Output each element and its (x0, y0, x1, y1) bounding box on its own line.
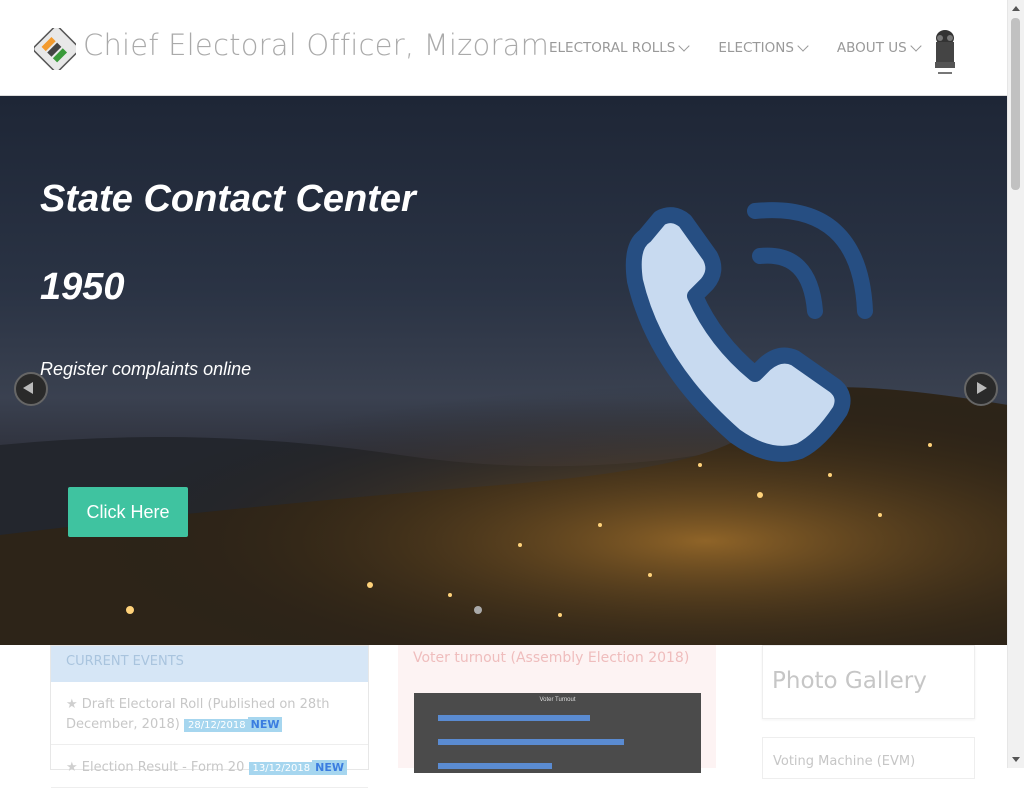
nav-elections[interactable]: ELECTIONS (718, 40, 809, 56)
voter-turnout-panel: Voter turnout (Assembly Election 2018) V… (398, 645, 716, 773)
scroll-down-icon[interactable] (1012, 757, 1020, 762)
voter-turnout-heading[interactable]: Voter turnout (Assembly Election 2018) (398, 645, 716, 671)
hero-subtitle: Register complaints online (40, 359, 252, 379)
new-badge: NEW (247, 717, 283, 732)
nav-about-us[interactable]: ABOUT US (836, 40, 922, 56)
vertical-scrollbar[interactable] (1007, 0, 1024, 768)
content-section: CURRENT EVENTS ★ Draft Electoral Roll (P… (0, 645, 1008, 788)
evm-heading: Voting Machine (EVM) (773, 754, 916, 769)
voter-turnout-chart[interactable]: Voter Turnout (414, 693, 701, 773)
national-emblem-icon (935, 30, 955, 74)
phone-icon (625, 202, 873, 462)
chart-bar (438, 715, 590, 721)
event-date: 28/12/2018 (183, 719, 250, 732)
event-date: 13/12/2018 (248, 762, 315, 775)
chevron-down-icon (797, 40, 809, 52)
hero-carousel: State Contact Center 1950 Register compl… (0, 96, 1008, 645)
chart-bar (438, 763, 552, 769)
photo-gallery-heading: Photo Gallery (772, 668, 927, 694)
evm-panel[interactable]: Voting Machine (EVM) (762, 737, 975, 779)
chart-title: Voter Turnout (539, 697, 576, 703)
click-here-button[interactable]: Click Here (68, 487, 188, 537)
list-item[interactable]: ★ Election Result - Form 20 13/12/2018 NE… (51, 745, 368, 788)
nav-label: ELECTIONS (718, 40, 794, 56)
scroll-thumb[interactable] (1011, 18, 1020, 190)
carousel-prev-button[interactable] (14, 372, 48, 406)
current-events-panel: CURRENT EVENTS ★ Draft Electoral Roll (P… (50, 645, 369, 788)
photo-gallery-panel[interactable]: Photo Gallery (762, 645, 975, 719)
arrow-right-icon (977, 382, 987, 394)
current-events-heading: CURRENT EVENTS (51, 646, 368, 682)
site-title[interactable]: Chief Electoral Officer, Mizoram (83, 28, 549, 62)
carousel-next-button[interactable] (964, 372, 998, 406)
arrow-left-icon (23, 382, 33, 394)
scroll-up-icon[interactable] (1012, 6, 1020, 11)
chevron-down-icon (910, 40, 922, 52)
star-icon: ★ (66, 697, 78, 712)
ballot-logo-icon[interactable] (34, 28, 76, 70)
chevron-down-icon (678, 40, 691, 52)
chart-bar (438, 739, 624, 745)
hero-title: State Contact Center (40, 178, 416, 220)
hero-number: 1950 (40, 266, 125, 308)
main-nav: ELECTORAL ROLLS ELECTIONS ABOUT US (549, 40, 950, 56)
site-header: Chief Electoral Officer, Mizoram ELECTOR… (0, 0, 1008, 96)
nav-label: ELECTORAL ROLLS (549, 40, 676, 56)
list-item[interactable]: ★ Draft Electoral Roll (Published on 28t… (51, 682, 368, 745)
nav-label: ABOUT US (836, 40, 907, 56)
nav-electoral-rolls[interactable]: ELECTORAL ROLLS (549, 40, 691, 56)
carousel-indicator[interactable] (474, 606, 482, 614)
